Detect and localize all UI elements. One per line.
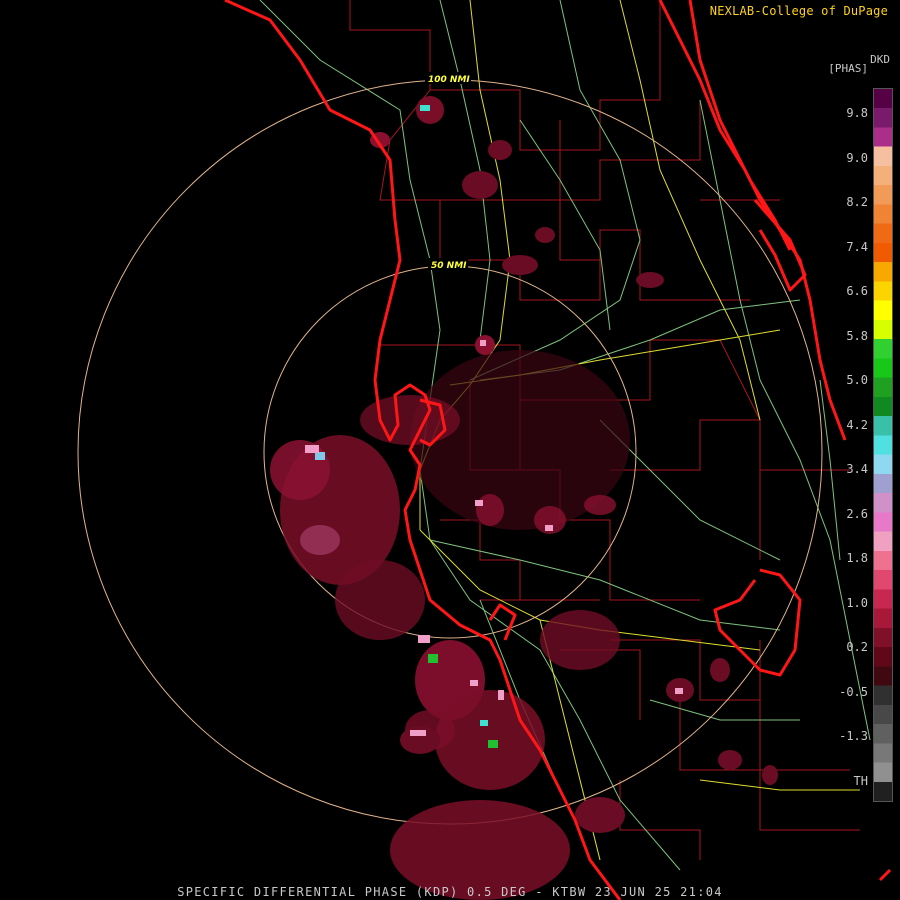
- color-scale-label: 5.8: [846, 328, 868, 343]
- color-scale-label: 7.4: [846, 239, 868, 254]
- color-scale-label: 2.6: [846, 506, 868, 521]
- credit-label: NEXLAB-College of DuPage: [709, 4, 888, 18]
- color-scale-label: -1.3: [839, 729, 868, 743]
- color-scale-label: -0.5: [839, 684, 868, 699]
- ring-label-100: 100 NMI: [428, 75, 470, 85]
- color-scale-label: 9.8: [846, 106, 868, 120]
- color-scale-label: 0.2: [846, 640, 868, 654]
- ring-label-50: 50 NMI: [431, 261, 467, 271]
- color-scale-label: 6.6: [846, 284, 868, 298]
- color-scale-label: 4.2: [846, 417, 868, 432]
- color-scale-label: 3.4: [846, 462, 868, 476]
- radar-map: 100 NMI 50 NMI: [77, 0, 892, 900]
- unit-label: [PHAS]: [828, 62, 868, 75]
- color-scale-label: 1.0: [846, 595, 868, 610]
- color-scale-label: TH: [853, 773, 868, 788]
- color-scale-label: 9.0: [846, 150, 868, 165]
- color-scale-label: 5.0: [846, 373, 868, 387]
- precipitation-echoes: [270, 96, 778, 900]
- color-scale-label: 1.8: [846, 551, 868, 565]
- product-code-label: DKD: [870, 53, 890, 66]
- color-scale-label: 8.2: [846, 195, 868, 209]
- color-scale-bar: [873, 88, 893, 802]
- product-footer: SPECIFIC DIFFERENTIAL PHASE (KDP) 0.5 DE…: [177, 885, 723, 899]
